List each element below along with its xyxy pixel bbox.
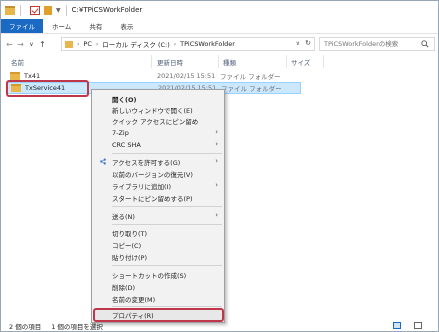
divider (65, 4, 67, 16)
menu-item-label: スタートにピン留めする(P) (112, 194, 193, 203)
menu-item-label: 名前の変更(M) (112, 295, 156, 304)
chevron-right-icon: › (215, 211, 218, 219)
file-type: ファイル フォルダー (221, 85, 282, 93)
view-toggle (393, 322, 432, 329)
divider (20, 4, 21, 16)
breadcrumb-pc[interactable]: PC (83, 40, 91, 48)
menu-item-pin-quick-access[interactable]: クイック アクセスにピン留め (93, 115, 224, 126)
column-header-type[interactable]: 種類 (223, 56, 236, 68)
column-divider[interactable] (286, 55, 287, 68)
menu-item-cut[interactable]: 切り取り(T) (93, 227, 224, 238)
status-selected-count: 1 個の項目を選択 (51, 322, 103, 331)
share-icon (100, 158, 106, 165)
menu-item-add-library[interactable]: ライブラリに追加(I) › (93, 180, 224, 191)
refresh-icon[interactable]: ↻ (305, 39, 311, 47)
folder-icon (5, 5, 15, 15)
column-divider[interactable] (151, 55, 152, 68)
breadcrumb-work-folder[interactable]: TPiCSWorkFolder (180, 40, 235, 48)
column-divider[interactable] (218, 55, 219, 68)
menu-item-label: 送る(N) (112, 212, 135, 221)
menu-item-create-shortcut[interactable]: ショートカットの作成(S) (93, 269, 224, 280)
file-type: ファイル フォルダー (220, 73, 281, 81)
column-divider[interactable] (323, 55, 324, 68)
menu-item-crc-sha[interactable]: CRC SHA › (93, 139, 224, 150)
address-row: ← → ∨ ↑ › PC › ローカル ディスク (C:) › TPiCSWor… (1, 35, 438, 53)
details-view-icon[interactable] (393, 322, 401, 329)
menu-item-open-new-window[interactable]: 新しいウィンドウで開く(E) (93, 104, 224, 115)
up-arrow-icon[interactable]: ↑ (37, 40, 48, 49)
tab-share[interactable]: 共有 (80, 19, 111, 33)
chevron-right-icon: › (215, 181, 218, 189)
highlight-frame-selected-folder (6, 80, 89, 97)
chevron-right-icon[interactable]: › (96, 41, 98, 48)
column-header-size[interactable]: サイズ (291, 56, 310, 68)
search-input[interactable] (324, 40, 416, 48)
title-bar: ▼ C:¥TPiCSWorkFolder (1, 1, 438, 19)
menu-separator (112, 306, 222, 307)
chevron-down-icon[interactable]: ∨ (296, 40, 300, 47)
menu-item-label: 開く(O) (112, 95, 137, 104)
menu-item-delete[interactable]: 削除(D) (93, 281, 224, 292)
menu-item-label: CRC SHA (112, 140, 141, 149)
menu-separator (112, 153, 222, 154)
breadcrumb-local-disk[interactable]: ローカル ディスク (C:) (102, 39, 169, 49)
menu-item-label: 新しいウィンドウで開く(E) (112, 106, 193, 115)
status-bar: 2 個の項目 1 個の項目を選択 (1, 319, 438, 332)
address-bar[interactable]: › PC › ローカル ディスク (C:) › TPiCSWorkFolder … (61, 37, 315, 51)
menu-item-label: コピー(C) (112, 241, 142, 250)
tab-file[interactable]: ファイル (1, 19, 43, 33)
chevron-right-icon[interactable]: › (174, 41, 176, 48)
status-item-count: 2 個の項目 (9, 322, 42, 331)
back-arrow-icon[interactable]: ← (4, 40, 15, 49)
menu-separator (112, 224, 222, 225)
menu-item-label: 貼り付け(P) (112, 253, 147, 262)
menu-item-label: 削除(D) (112, 283, 136, 292)
menu-item-label: 7-Zip (112, 128, 129, 137)
menu-item-label: 以前のバージョンの復元(V) (112, 170, 193, 179)
new-folder-icon[interactable] (44, 5, 52, 15)
menu-separator (112, 265, 222, 266)
column-header-date[interactable]: 更新日時 (157, 56, 183, 68)
window-title: C:¥TPiCSWorkFolder (71, 6, 143, 14)
column-header-name[interactable]: 名前 (11, 56, 24, 68)
menu-item-send-to[interactable]: 送る(N) › (93, 210, 224, 221)
menu-item-give-access[interactable]: アクセスを許可する(G) › (93, 156, 224, 167)
tab-home[interactable]: ホーム (43, 19, 80, 33)
folder-icon (10, 72, 20, 80)
explorer-window: ▼ C:¥TPiCSWorkFolder ファイル ホーム 共有 表示 ← → … (0, 0, 439, 332)
tab-view[interactable]: 表示 (111, 19, 142, 33)
menu-item-label: 切り取り(T) (112, 229, 148, 238)
menu-item-7zip[interactable]: 7-Zip › (93, 127, 224, 138)
ribbon-tabs: ファイル ホーム 共有 表示 (1, 19, 438, 34)
folder-icon (65, 40, 73, 48)
chevron-down-icon[interactable]: ▼ (56, 7, 61, 14)
menu-item-label: クイック アクセスにピン留め (112, 117, 199, 126)
menu-item-label: ライブラリに追加(I) (112, 182, 171, 191)
properties-check-icon[interactable] (30, 5, 40, 15)
menu-item-open[interactable]: 開く(O) (93, 93, 224, 104)
menu-item-pin-start[interactable]: スタートにピン留めする(P) (93, 192, 224, 203)
chevron-right-icon: › (215, 128, 218, 136)
menu-item-copy[interactable]: コピー(C) (93, 239, 224, 250)
menu-item-rename[interactable]: 名前の変更(M) (93, 293, 224, 304)
file-date: 2021/02/15 15:51 (157, 72, 216, 80)
menu-item-restore-versions[interactable]: 以前のバージョンの復元(V) (93, 168, 224, 179)
chevron-right-icon: › (215, 157, 218, 165)
file-name: Tx41 (24, 72, 41, 80)
search-box (319, 37, 435, 51)
menu-item-paste[interactable]: 貼り付け(P) (93, 251, 224, 262)
chevron-right-icon: › (215, 140, 218, 148)
context-menu: 開く(O) 新しいウィンドウで開く(E) クイック アクセスにピン留め 7-Zi… (91, 89, 225, 323)
chevron-right-icon[interactable]: › (77, 41, 79, 48)
menu-item-label: ショートカットの作成(S) (112, 271, 187, 280)
search-icon[interactable] (421, 40, 429, 48)
forward-arrow-icon[interactable]: → (15, 40, 26, 49)
large-icons-view-icon[interactable] (414, 322, 422, 329)
menu-item-label: アクセスを許可する(G) (112, 158, 181, 167)
menu-separator (112, 206, 222, 207)
recent-chevron-icon[interactable]: ∨ (26, 41, 37, 48)
